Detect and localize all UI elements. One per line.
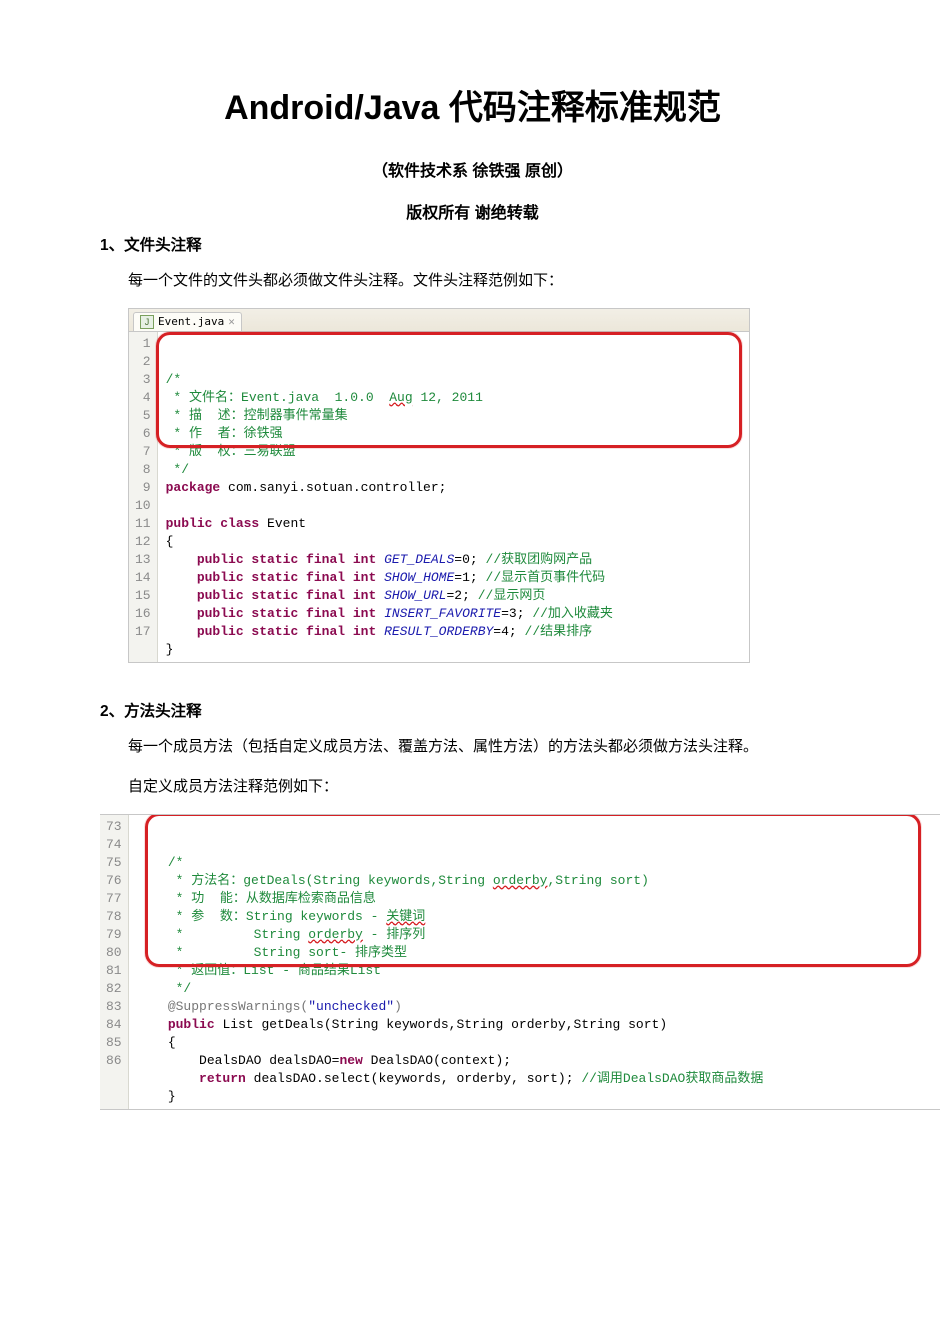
code-example-2: 73 74 75 76 77 78 79 80 81 82 83 84 85 8… [100, 814, 940, 1110]
section-1-description: 每一个文件的文件头都必须做文件头注释。文件头注释范例如下： [128, 267, 845, 296]
section-2-description-1: 每一个成员方法（包括自定义成员方法、覆盖方法、属性方法）的方法头都必须做方法头注… [128, 733, 845, 762]
document-title: Android/Java 代码注释标准规范 [100, 80, 845, 129]
document-subtitle: （软件技术系 徐铁强 原创） [100, 157, 845, 181]
close-icon[interactable]: ✕ [228, 315, 235, 328]
section-2-description-2: 自定义成员方法注释范例如下： [128, 773, 845, 802]
editor-tab-event[interactable]: J Event.java ✕ [133, 312, 242, 331]
editor-tab-label: Event.java [158, 315, 224, 328]
section-1-heading: 1、文件头注释 [100, 233, 845, 255]
red-highlight-box [156, 332, 742, 448]
copyright-line: 版权所有 谢绝转载 [100, 199, 845, 223]
java-file-icon: J [140, 315, 154, 329]
editor-tabbar: J Event.java ✕ [129, 309, 749, 332]
line-gutter: 73 74 75 76 77 78 79 80 81 82 83 84 85 8… [100, 815, 129, 1109]
line-gutter: 1 2 3 4 5 6 7 8 9 10 11 12 13 14 15 16 1… [129, 332, 158, 662]
code-area: /* * 方法名：getDeals(String keywords,String… [129, 815, 940, 1109]
code-example-1: J Event.java ✕ 1 2 3 4 5 6 7 8 9 10 11 1… [128, 308, 750, 663]
red-highlight-box [145, 814, 921, 967]
code-area: /* * 文件名：Event.java 1.0.0 Aug 12, 2011 *… [158, 332, 749, 662]
section-2-heading: 2、方法头注释 [100, 699, 845, 721]
